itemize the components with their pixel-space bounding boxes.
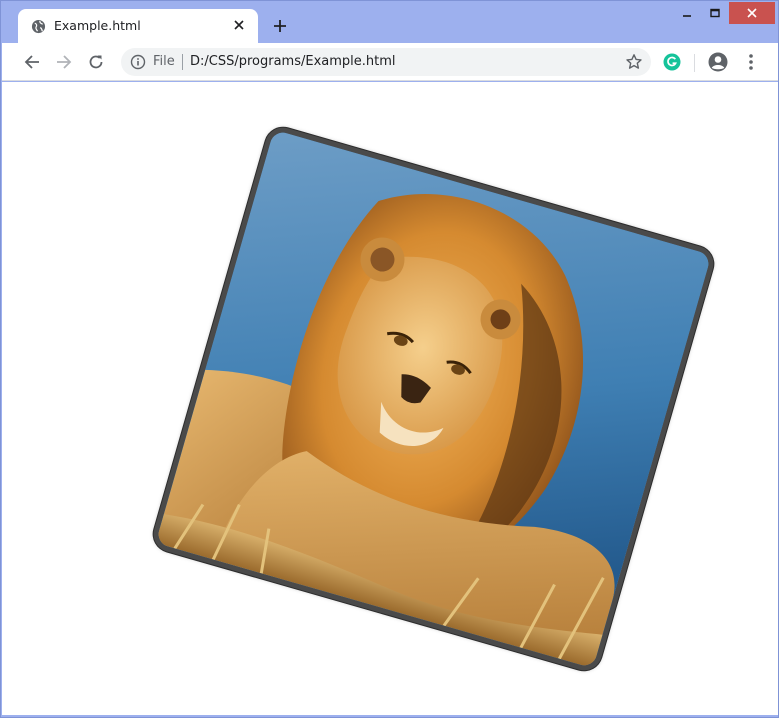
globe-icon <box>31 19 46 34</box>
forward-button[interactable] <box>52 50 76 74</box>
grammarly-icon[interactable] <box>663 53 681 71</box>
kebab-menu-icon[interactable] <box>741 52 761 72</box>
minimize-icon <box>683 15 691 17</box>
info-icon[interactable] <box>130 54 146 70</box>
tab-title: Example.html <box>54 18 141 33</box>
page-viewport <box>2 82 778 715</box>
bookmark-star-icon[interactable] <box>625 53 643 71</box>
toolbar-separator <box>694 54 695 72</box>
reload-button[interactable] <box>84 50 108 74</box>
close-icon <box>747 8 757 18</box>
maximize-icon <box>710 8 720 18</box>
new-tab-button[interactable] <box>269 15 291 37</box>
plus-icon <box>274 20 286 32</box>
arrow-left-icon <box>24 55 39 69</box>
rotated-lion-image <box>149 123 718 675</box>
lion-image <box>155 129 712 669</box>
window-close-button[interactable] <box>729 2 775 24</box>
maximize-button[interactable] <box>701 2 729 24</box>
browser-window: Example.html File D:/CSS/programs/Exampl… <box>0 0 779 718</box>
scheme-label: File <box>153 54 175 69</box>
close-icon <box>234 20 244 30</box>
address-bar[interactable]: File D:/CSS/programs/Example.html <box>121 48 651 76</box>
address-separator <box>182 54 183 70</box>
minimize-button[interactable] <box>673 2 701 24</box>
profile-avatar-icon[interactable] <box>707 51 729 73</box>
reload-icon <box>89 55 103 69</box>
back-button[interactable] <box>20 50 44 74</box>
tab-close-button[interactable] <box>228 14 250 36</box>
tab-example[interactable]: Example.html <box>18 9 258 43</box>
arrow-right-icon <box>57 55 72 69</box>
tab-strip: Example.html <box>1 1 779 43</box>
url-text[interactable]: D:/CSS/programs/Example.html <box>190 54 396 69</box>
browser-toolbar: File D:/CSS/programs/Example.html <box>2 43 778 81</box>
